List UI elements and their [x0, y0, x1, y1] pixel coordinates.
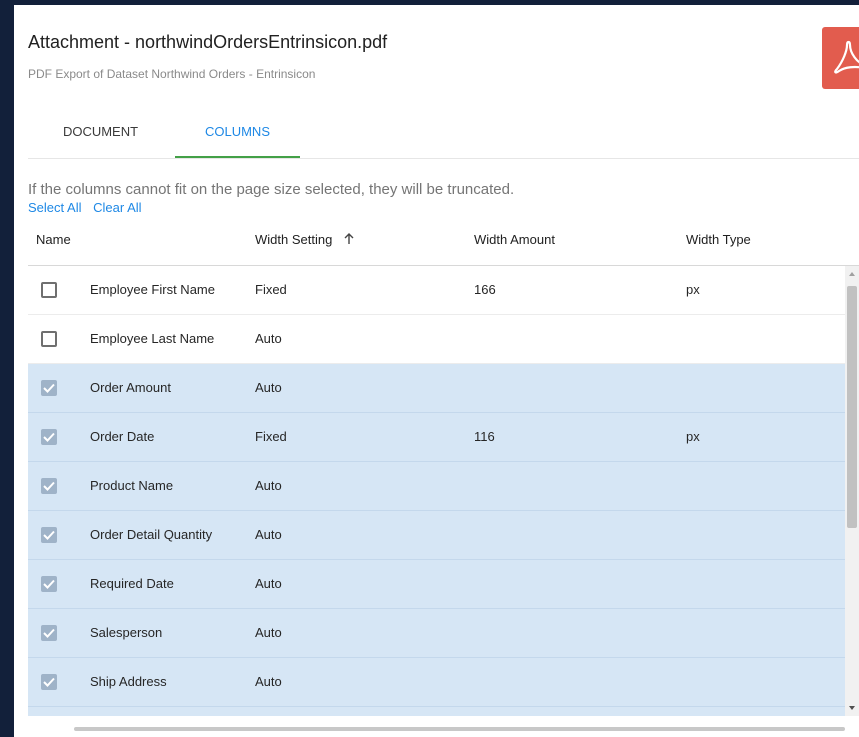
dialog-subtitle: PDF Export of Dataset Northwind Orders -…	[28, 67, 316, 81]
header-width-type[interactable]: Width Type	[686, 232, 751, 247]
table-row[interactable]: Order Detail Quantity Auto	[28, 511, 845, 560]
column-name-cell: Employee First Name	[90, 282, 215, 297]
table-row[interactable]: Order Date Fixed 116 px	[28, 413, 845, 462]
width-setting-cell: Auto	[255, 674, 282, 689]
width-setting-cell: Auto	[255, 478, 282, 493]
pdf-file-icon	[822, 27, 859, 89]
tab-document[interactable]: DOCUMENT	[38, 110, 163, 156]
column-name-cell: Required Date	[90, 576, 174, 591]
scroll-up-icon[interactable]	[849, 272, 855, 276]
table-row[interactable]: Required Date Auto	[28, 560, 845, 609]
tab-columns[interactable]: COLUMNS	[175, 110, 300, 158]
width-type-cell: px	[686, 429, 700, 444]
checkbox-unchecked[interactable]	[41, 331, 57, 347]
clear-all-link[interactable]: Clear All	[93, 200, 141, 215]
scrollbar-thumb[interactable]	[847, 286, 857, 528]
checkbox-unchecked[interactable]	[41, 282, 57, 298]
table-row[interactable]: Salesperson Auto	[28, 609, 845, 658]
checkbox-checked[interactable]	[41, 674, 57, 690]
header-width-setting-label: Width Setting	[255, 232, 333, 247]
table-row[interactable]: Employee Last Name Auto	[28, 315, 845, 364]
checkbox-checked[interactable]	[41, 527, 57, 543]
column-name-cell: Salesperson	[90, 625, 163, 640]
table-row[interactable]: Product Name Auto	[28, 462, 845, 511]
selection-actions: Select All Clear All	[28, 200, 150, 215]
scroll-down-icon[interactable]	[849, 706, 855, 710]
width-setting-cell: Auto	[255, 527, 282, 542]
width-setting-cell: Fixed	[255, 282, 287, 297]
select-all-link[interactable]: Select All	[28, 200, 81, 215]
header-width-amount[interactable]: Width Amount	[474, 232, 555, 247]
column-name-cell: Ship Address	[90, 674, 167, 689]
truncation-notice: If the columns cannot fit on the page si…	[28, 181, 515, 198]
header-name[interactable]: Name	[36, 232, 71, 247]
width-type-cell: px	[686, 282, 700, 297]
width-setting-cell: Auto	[255, 576, 282, 591]
table-row[interactable]: Ship Address Auto	[28, 658, 845, 707]
width-amount-cell: 166	[474, 282, 496, 297]
column-name-cell: Product Name	[90, 478, 174, 493]
column-name-cell: Order Detail Quantity	[90, 527, 213, 542]
column-name-cell: Order Date	[90, 429, 155, 444]
checkbox-checked[interactable]	[41, 429, 57, 445]
width-setting-cell: Auto	[255, 380, 282, 395]
table-row[interactable]: Ship CityAuto	[28, 707, 845, 716]
tab-bar: DOCUMENT COLUMNS	[28, 110, 859, 159]
vertical-scrollbar[interactable]	[845, 266, 859, 716]
checkbox-checked[interactable]	[41, 478, 57, 494]
dialog-title: Attachment - northwindOrdersEntrinsicon.…	[28, 32, 388, 52]
column-name-cell: Employee Last Name	[90, 331, 215, 346]
width-amount-cell: 116	[474, 429, 495, 444]
width-setting-cell: Auto	[255, 331, 282, 346]
header-width-setting[interactable]: Width Setting	[255, 232, 354, 248]
table-row[interactable]: Employee First Name Fixed 166 px	[28, 266, 845, 315]
width-setting-cell: Auto	[255, 625, 282, 640]
arrow-up-icon	[344, 233, 354, 248]
checkbox-checked[interactable]	[41, 576, 57, 592]
horizontal-scrollbar-thumb[interactable]	[74, 727, 845, 731]
table-row[interactable]: Order Amount Auto	[28, 364, 845, 413]
columns-grid: Employee First Name Fixed 166 px Employee La…	[28, 266, 845, 716]
checkbox-checked[interactable]	[41, 380, 57, 396]
checkbox-checked[interactable]	[41, 625, 57, 641]
width-setting-cell: Fixed	[255, 429, 287, 444]
column-name-cell: Order Amount	[90, 380, 171, 395]
export-dialog: Attachment - northwindOrdersEntrinsicon.…	[14, 5, 859, 737]
